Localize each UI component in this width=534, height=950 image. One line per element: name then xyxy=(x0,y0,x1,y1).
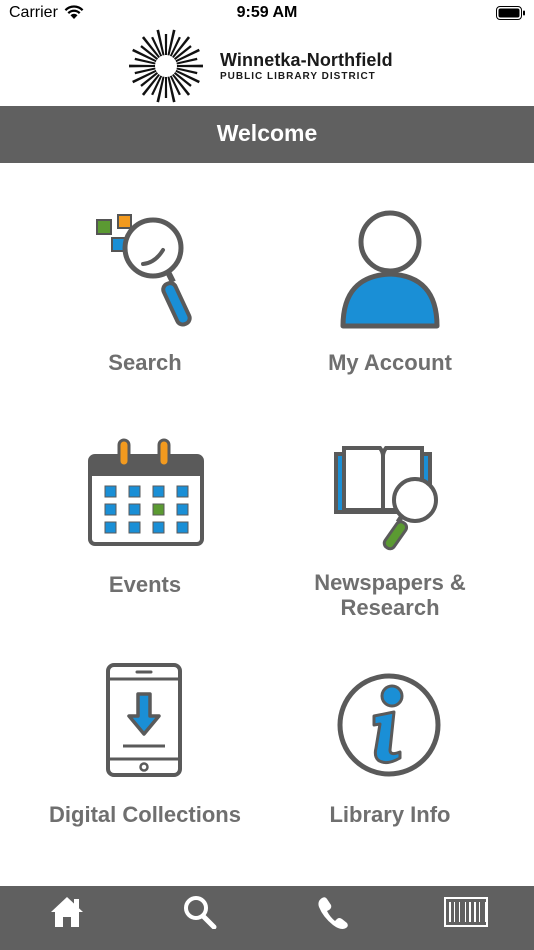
library-logo: Winnetka-Northfield PUBLIC LIBRARY DISTR… xyxy=(128,28,408,104)
events-tile-label: Events xyxy=(108,572,182,597)
my-account-tile-label: My Account xyxy=(328,350,452,375)
newspapers-tile-label: Newspapers & xyxy=(314,570,466,595)
tablet-download-icon xyxy=(106,663,182,777)
newspapers-research-tile[interactable]: Newspapers & Research xyxy=(270,430,510,630)
digital-collections-tile[interactable]: Digital Collections xyxy=(25,660,265,860)
page-title: Welcome xyxy=(216,120,318,146)
book-magnifier-icon xyxy=(334,446,438,551)
research-tile-label: Research xyxy=(340,595,440,620)
logo-subtitle: PUBLIC LIBRARY DISTRICT xyxy=(220,71,376,82)
sunburst-logo-icon xyxy=(129,29,203,103)
events-tile[interactable]: Events xyxy=(25,430,265,630)
logo-title: Winnetka-Northfield xyxy=(220,50,393,70)
tab-barcode[interactable] xyxy=(421,886,511,942)
digital-collections-tile-label: Digital Collections xyxy=(49,802,241,827)
battery-icon xyxy=(496,6,525,20)
library-info-tile-label: Library Info xyxy=(329,802,451,827)
info-icon xyxy=(337,673,441,777)
search-tile-label: Search xyxy=(108,350,182,375)
welcome-header: Welcome xyxy=(0,106,534,163)
user-account-icon xyxy=(340,210,440,329)
clock: 9:59 AM xyxy=(236,4,298,21)
barcode-icon xyxy=(444,897,488,927)
my-account-tile[interactable]: My Account xyxy=(270,200,510,400)
search-tile[interactable]: Search xyxy=(25,200,265,400)
search-icon xyxy=(184,896,217,929)
bottom-tab-bar xyxy=(0,886,534,950)
tab-phone[interactable] xyxy=(288,886,378,942)
tab-home[interactable] xyxy=(22,886,112,942)
search-magnifier-icon xyxy=(96,214,192,327)
status-bar: Carrier 9:59 AM xyxy=(0,0,534,28)
tab-search[interactable] xyxy=(155,886,245,942)
library-info-tile[interactable]: Library Info xyxy=(270,660,510,860)
calendar-icon xyxy=(88,438,204,546)
home-icon xyxy=(51,897,83,927)
phone-icon xyxy=(318,897,348,929)
